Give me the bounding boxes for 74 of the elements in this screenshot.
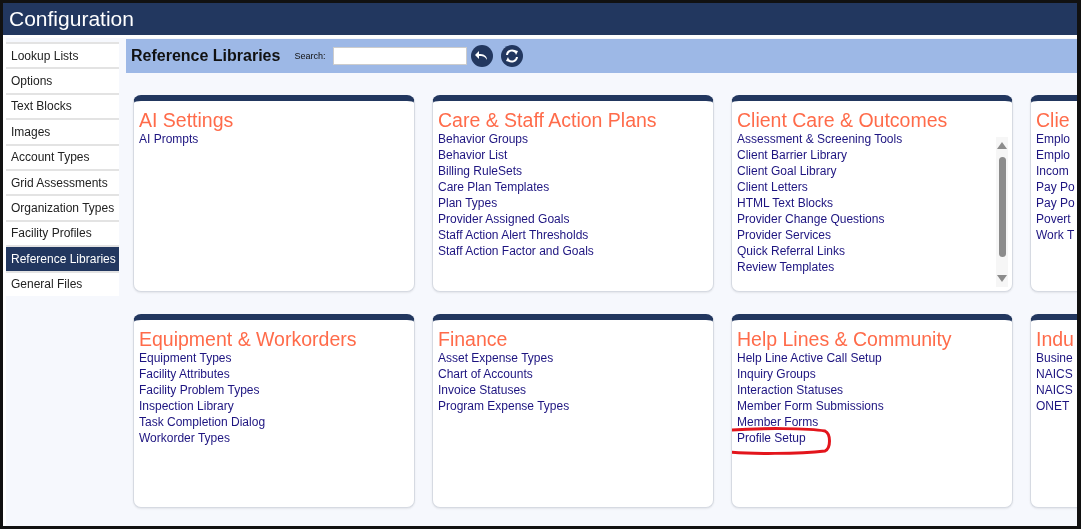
- library-link[interactable]: Behavior Groups: [438, 131, 529, 147]
- library-link[interactable]: Facility Attributes: [139, 366, 230, 382]
- library-link[interactable]: Facility Problem Types: [139, 382, 260, 398]
- library-link[interactable]: Care Plan Templates: [438, 179, 550, 195]
- library-link[interactable]: NAICS: [1036, 382, 1073, 398]
- library-link[interactable]: Client Goal Library: [737, 163, 837, 179]
- sidebar-item[interactable]: Account Types: [6, 143, 119, 169]
- library-link[interactable]: Member Forms: [737, 414, 819, 430]
- library-link[interactable]: Asset Expense Types: [438, 350, 554, 366]
- sidebar-item[interactable]: Grid Assessments: [6, 168, 119, 195]
- library-link[interactable]: Review Templates: [737, 259, 835, 275]
- sidebar-item[interactable]: General Files: [6, 270, 119, 296]
- library-link[interactable]: Member Form Submissions: [737, 398, 884, 414]
- search-label: Search:: [294, 51, 326, 61]
- library-link[interactable]: Behavior List: [438, 147, 508, 163]
- sidebar-item[interactable]: Images: [6, 118, 119, 144]
- sidebar-item[interactable]: Facility Profiles: [6, 219, 119, 246]
- library-link[interactable]: NAICS: [1036, 366, 1073, 382]
- card-title: Help Lines & Community: [737, 328, 953, 350]
- library-link[interactable]: Program Expense Types: [438, 398, 570, 414]
- library-link[interactable]: Plan Types: [438, 195, 498, 211]
- undo-arrow-icon: [475, 50, 490, 62]
- library-link[interactable]: Quick Referral Links: [737, 243, 846, 259]
- library-link[interactable]: Equipment Types: [139, 350, 232, 366]
- sidebar-item[interactable]: Options: [6, 67, 119, 93]
- sidebar-item[interactable]: Organization Types: [6, 194, 119, 220]
- library-link[interactable]: Help Line Active Call Setup: [737, 350, 882, 366]
- library-link[interactable]: Interaction Statuses: [737, 382, 844, 398]
- scrollbar[interactable]: [996, 137, 1008, 287]
- card-title: Client Care & Outcomes: [737, 109, 949, 131]
- library-link[interactable]: HTML Text Blocks: [737, 195, 834, 211]
- library-link[interactable]: Billing RuleSets: [438, 163, 523, 179]
- library-link[interactable]: Busine: [1036, 350, 1073, 366]
- library-link[interactable]: Assessment & Screening Tools: [737, 131, 903, 147]
- card-title: Clie: [1036, 109, 1071, 131]
- library-link[interactable]: AI Prompts: [139, 131, 199, 147]
- card-title: AI Settings: [139, 109, 235, 131]
- library-link[interactable]: Staff Action Alert Thresholds: [438, 227, 589, 243]
- library-link[interactable]: Staff Action Factor and Goals: [438, 243, 594, 259]
- card-title: Equipment & Workorders: [139, 328, 358, 350]
- card-title: Finance: [438, 328, 509, 350]
- scroll-thumb[interactable]: [999, 157, 1006, 257]
- library-link[interactable]: Client Letters: [737, 179, 808, 195]
- section-title: Reference Libraries: [131, 47, 281, 65]
- refresh-button[interactable]: [501, 45, 524, 67]
- library-link[interactable]: Emplo: [1036, 147, 1070, 163]
- library-link[interactable]: Chart of Accounts: [438, 366, 533, 382]
- scroll-up-icon[interactable]: [997, 141, 1007, 149]
- library-link[interactable]: Provider Assigned Goals: [438, 211, 570, 227]
- sidebar-item[interactable]: Lookup Lists: [6, 42, 119, 68]
- library-link[interactable]: Pay Po: [1036, 179, 1075, 195]
- refresh-icon: [504, 48, 521, 64]
- card-title: Care & Staff Action Plans: [438, 109, 658, 131]
- library-link[interactable]: Invoice Statuses: [438, 382, 527, 398]
- library-link[interactable]: Workorder Types: [139, 430, 230, 446]
- library-link[interactable]: Work T: [1036, 227, 1075, 243]
- sidebar-item[interactable]: Reference Libraries: [6, 245, 119, 271]
- library-link[interactable]: Client Barrier Library: [737, 147, 848, 163]
- window-title: Configuration: [9, 7, 134, 31]
- library-link[interactable]: Task Completion Dialog: [139, 414, 266, 430]
- library-link[interactable]: Provider Services: [737, 227, 832, 243]
- library-link[interactable]: Povert: [1036, 211, 1071, 227]
- library-link[interactable]: Inspection Library: [139, 398, 234, 414]
- library-link[interactable]: Emplo: [1036, 131, 1070, 147]
- library-link[interactable]: ONET: [1036, 398, 1070, 414]
- undo-button[interactable]: [471, 45, 494, 67]
- sidebar-item[interactable]: Text Blocks: [6, 92, 119, 119]
- library-link[interactable]: Provider Change Questions: [737, 211, 885, 227]
- library-link[interactable]: Pay Po: [1036, 195, 1075, 211]
- search-field[interactable]: [333, 47, 468, 65]
- card-title: Indu: [1036, 328, 1075, 350]
- scroll-down-icon[interactable]: [997, 275, 1007, 283]
- library-link[interactable]: Incom: [1036, 163, 1069, 179]
- library-link[interactable]: Inquiry Groups: [737, 366, 816, 382]
